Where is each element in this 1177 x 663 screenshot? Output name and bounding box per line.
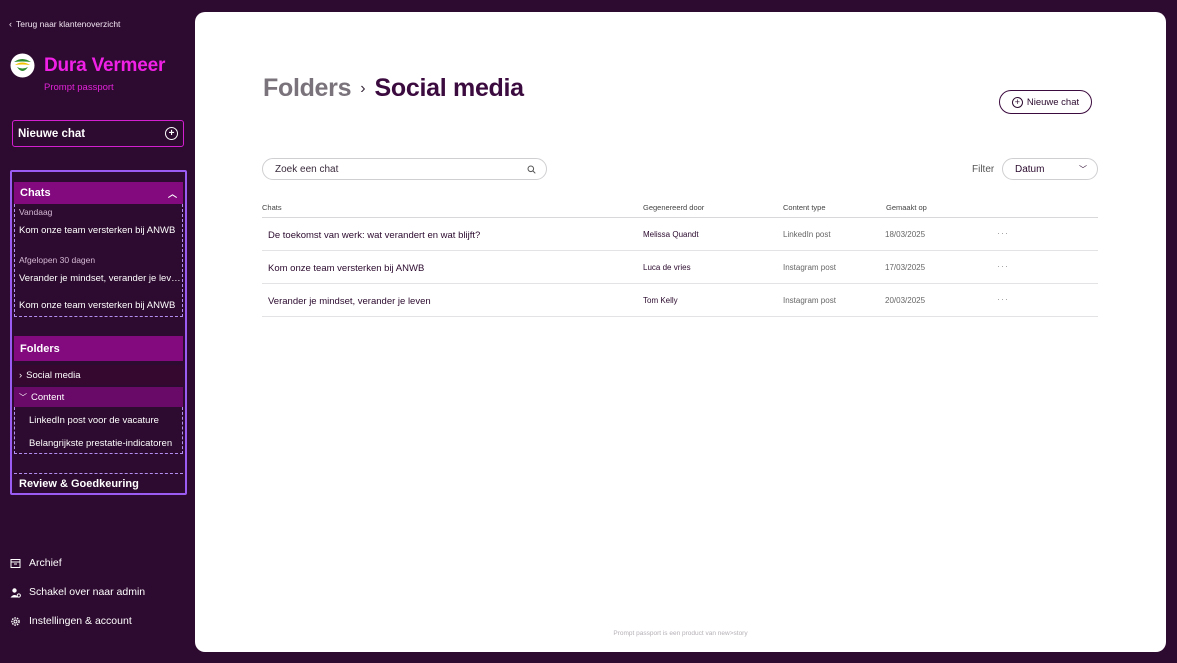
- column-header-created-on[interactable]: Gemaakt op: [886, 203, 927, 212]
- new-chat-button[interactable]: + Nieuwe chat: [999, 90, 1092, 114]
- switch-admin-link[interactable]: Schakel over naar admin: [10, 586, 145, 598]
- chat-list-item[interactable]: Kom onze team versterken bij ANWB: [19, 225, 181, 236]
- new-chat-button-sidebar[interactable]: Nieuwe chat +: [12, 120, 184, 147]
- settings-link[interactable]: Instellingen & account: [10, 615, 132, 627]
- cell-chat-title: Kom onze team versterken bij ANWB: [268, 263, 425, 274]
- folder-content[interactable]: ﹀ Content: [14, 387, 183, 407]
- table-header: Chats Gegenereerd door Content type Gema…: [262, 200, 1098, 218]
- table-row[interactable]: Verander je mindset, verander je leven T…: [262, 284, 1098, 317]
- column-header-content-type[interactable]: Content type: [783, 203, 826, 212]
- new-chat-label: Nieuwe chat: [1026, 96, 1080, 108]
- column-header-chats[interactable]: Chats: [262, 203, 282, 212]
- sidebar: ‹ Terug naar klantenoverzicht Dura Verme…: [0, 0, 195, 663]
- new-chat-label: Nieuwe chat: [18, 127, 86, 140]
- footer-credit: Prompt passport is een product van new>s…: [613, 630, 748, 637]
- brand-name: Dura Vermeer: [44, 54, 166, 76]
- cell-content-type: Instagram post: [783, 296, 836, 305]
- cell-chat-title: Verander je mindset, verander je leven: [268, 296, 431, 307]
- review-divider: [14, 473, 183, 474]
- cell-generated-by: Luca de vries: [643, 263, 691, 272]
- back-link-label: Terug naar klantenoverzicht: [16, 19, 121, 29]
- main-panel: Folders › Social media + Nieuwe chat Fil…: [195, 12, 1166, 652]
- filter-select[interactable]: Datum ﹀: [1002, 158, 1098, 180]
- chat-list-item[interactable]: Kom onze team versterken bij ANWB: [19, 300, 181, 311]
- folder-chat-item[interactable]: LinkedIn post voor de vacature: [29, 415, 181, 426]
- search-input[interactable]: [275, 163, 527, 175]
- folders-section-header[interactable]: Folders: [14, 336, 183, 361]
- chevron-left-icon: ‹: [9, 19, 12, 29]
- group-label-today: Vandaag: [19, 207, 53, 217]
- chevron-down-icon: ﹀: [19, 392, 27, 402]
- chat-list-item[interactable]: Verander je mindset, verander je leven: [19, 273, 181, 284]
- filter-value: Datum: [1015, 163, 1045, 175]
- brand: Dura Vermeer: [10, 53, 165, 78]
- column-header-generated-by[interactable]: Gegenereerd door: [643, 203, 704, 212]
- brand-logo-icon: [10, 53, 35, 78]
- navigation-panel: Chats ︿ Vandaag Kom onze team versterken…: [10, 170, 187, 495]
- switch-admin-label: Schakel over naar admin: [29, 586, 146, 598]
- back-to-clients-link[interactable]: ‹ Terug naar klantenoverzicht: [9, 19, 120, 29]
- archive-icon: [10, 558, 21, 568]
- chevron-down-icon: ﹀: [1079, 164, 1087, 174]
- chats-section-header[interactable]: Chats ︿: [14, 182, 183, 204]
- gear-icon: [11, 616, 20, 626]
- cell-created-on: 18/03/2025: [885, 230, 926, 239]
- settings-label: Instellingen & account: [29, 615, 132, 627]
- folders-header-label: Folders: [20, 342, 60, 355]
- plus-circle-icon: +: [165, 127, 178, 140]
- page-title: Social media: [374, 74, 525, 102]
- breadcrumb-folders-link[interactable]: Folders: [263, 74, 352, 103]
- archive-label: Archief: [29, 557, 62, 569]
- brand-subtitle: Prompt passport: [44, 82, 114, 93]
- admin-user-icon: [10, 587, 21, 598]
- search-field[interactable]: [262, 158, 547, 180]
- group-label-last30: Afgelopen 30 dagen: [19, 255, 96, 265]
- review-section-header[interactable]: Review & Goedkeuring: [19, 478, 181, 490]
- folder-chat-item[interactable]: Belangrijkste prestatie-indicatoren: [29, 438, 181, 449]
- archive-link[interactable]: Archief: [10, 557, 62, 569]
- folder-label: Social media: [26, 369, 81, 381]
- chevron-right-icon: ›: [19, 369, 23, 381]
- chats-table: Chats Gegenereerd door Content type Gema…: [262, 200, 1098, 317]
- cell-chat-title: De toekomst van werk: wat verandert en w…: [268, 230, 481, 241]
- more-icon[interactable]: ···: [997, 261, 1009, 271]
- search-icon[interactable]: [527, 165, 536, 174]
- cell-created-on: 20/03/2025: [885, 296, 926, 305]
- cell-content-type: Instagram post: [783, 263, 836, 272]
- cell-created-on: 17/03/2025: [885, 263, 926, 272]
- plus-circle-icon: +: [1011, 96, 1023, 108]
- cell-generated-by: Melissa Quandt: [643, 230, 699, 239]
- breadcrumb: Folders › Social media: [263, 74, 524, 103]
- more-icon[interactable]: ···: [997, 228, 1009, 238]
- table-row[interactable]: Kom onze team versterken bij ANWB Luca d…: [262, 251, 1098, 284]
- chats-header-label: Chats: [20, 187, 51, 199]
- chevron-up-icon: ︿: [167, 188, 177, 199]
- more-icon[interactable]: ···: [997, 294, 1009, 304]
- cell-content-type: LinkedIn post: [783, 230, 831, 239]
- filter-label: Filter: [972, 164, 995, 175]
- table-row[interactable]: De toekomst van werk: wat verandert en w…: [262, 218, 1098, 251]
- chevron-right-icon: ›: [360, 79, 366, 97]
- folder-label: Content: [31, 391, 65, 403]
- folder-social-media[interactable]: › Social media: [14, 365, 183, 385]
- cell-generated-by: Tom Kelly: [643, 296, 678, 305]
